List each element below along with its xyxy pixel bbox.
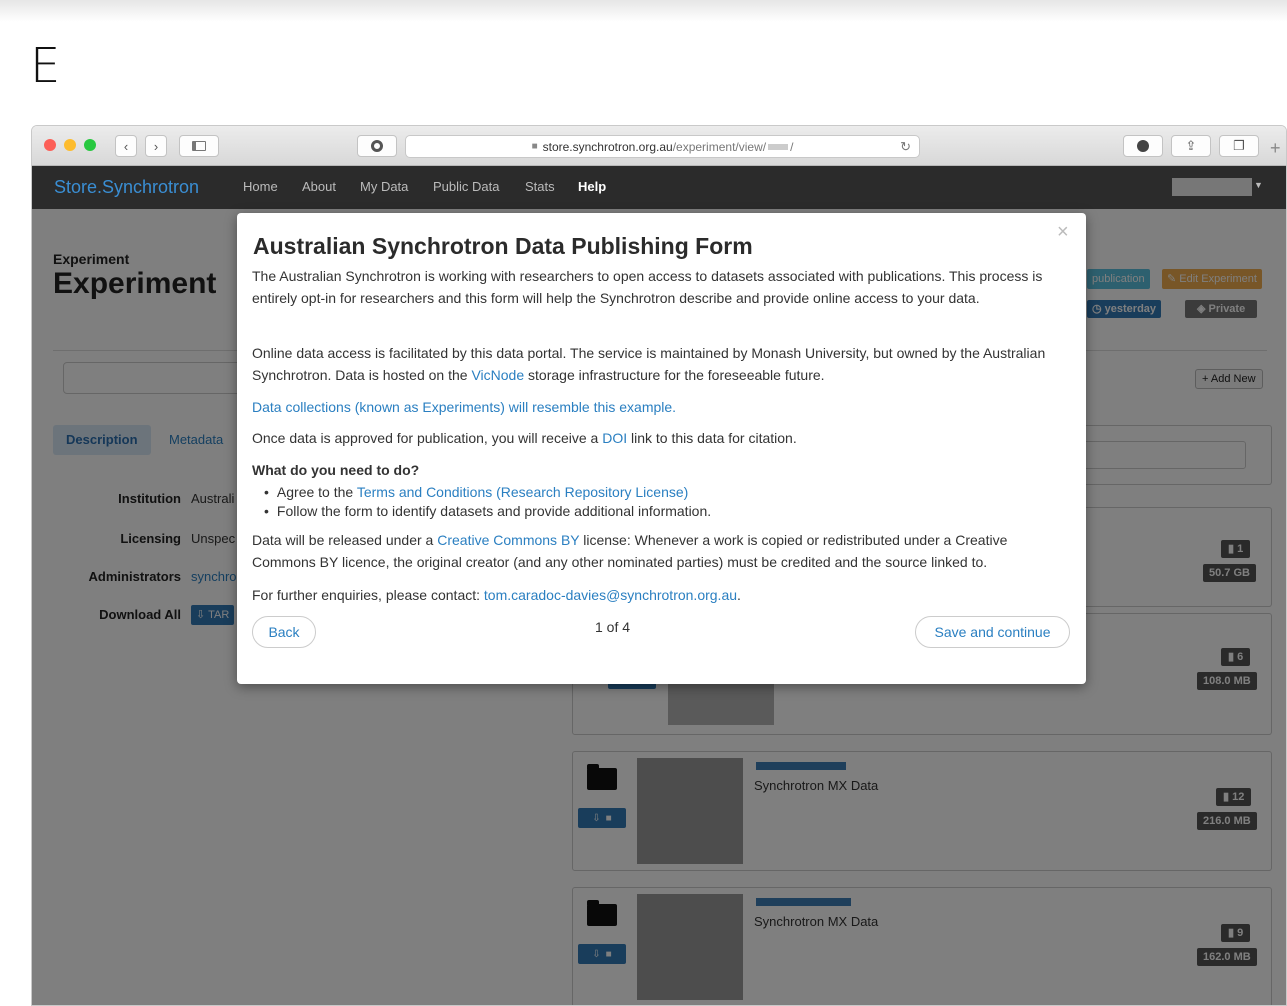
doi-text-a: Once data is approved for publication, y… [252, 430, 603, 446]
todo1-text: Agree to the [276, 484, 357, 500]
reload-icon[interactable]: ↻ [900, 139, 911, 155]
zoom-window-button[interactable] [84, 139, 96, 151]
doi-link[interactable]: DOI [602, 430, 627, 446]
back-button[interactable]: Back [252, 616, 316, 648]
contact-email-link[interactable]: tom.caradoc-davies@synchrotron.org.au [484, 587, 737, 603]
user-menu-redacted[interactable] [1172, 178, 1252, 196]
access-text-b: storage infrastructure for the foreseeab… [524, 367, 825, 383]
contact-text: For further enquiries, please contact: [252, 587, 484, 603]
contact-paragraph: For further enquiries, please contact: t… [252, 584, 1067, 606]
minimize-window-button[interactable] [64, 139, 76, 151]
top-shadow [0, 0, 1287, 22]
browser-titlebar: ‹ › ■ store.synchrotron.org.au/experimen… [32, 126, 1286, 166]
nav-home[interactable]: Home [243, 179, 278, 194]
forward-nav-button[interactable]: › [145, 135, 167, 157]
modal-title: Australian Synchrotron Data Publishing F… [253, 233, 753, 259]
download-icon [1137, 140, 1149, 152]
share-button[interactable]: ⇪ [1171, 135, 1211, 157]
nav-stats[interactable]: Stats [525, 179, 555, 194]
url-path: /experiment/view/ [672, 139, 767, 154]
site-navbar: Store.Synchrotron Home About My Data Pub… [32, 166, 1286, 209]
vicnode-link[interactable]: VicNode [471, 367, 524, 383]
sidebar-toggle-button[interactable] [179, 135, 219, 157]
opera-icon [371, 140, 383, 152]
share-icon: ⇪ [1185, 138, 1197, 153]
url-host: store.synchrotron.org.au [542, 139, 673, 154]
tabs-overview-button[interactable]: ❐ [1219, 135, 1259, 157]
new-tab-icon[interactable]: + [1270, 138, 1281, 159]
downloads-button[interactable] [1123, 135, 1163, 157]
page-indicator: 1 of 4 [595, 619, 631, 635]
nav-my-data[interactable]: My Data [360, 179, 408, 194]
creative-commons-link[interactable]: Creative Commons BY [437, 532, 579, 548]
url-redacted [768, 143, 789, 150]
publishing-form-modal: × Australian Synchrotron Data Publishing… [237, 213, 1086, 684]
url-tail: / [790, 139, 794, 154]
nav-help[interactable]: Help [578, 179, 606, 194]
caret-down-icon: ▼ [1254, 180, 1263, 190]
license-text-a: Data will be released under a [252, 532, 438, 548]
nav-about[interactable]: About [302, 179, 336, 194]
intro-paragraph: The Australian Synchrotron is working wi… [252, 268, 1043, 306]
example-link[interactable]: Data collections (known as Experiments) … [252, 396, 1067, 418]
tabs-icon: ❐ [1233, 138, 1245, 153]
nav-public-data[interactable]: Public Data [433, 179, 499, 194]
contact-text-end: . [737, 587, 741, 603]
extension-button[interactable] [357, 135, 397, 157]
address-bar[interactable]: ■ store.synchrotron.org.au/experiment/vi… [405, 135, 920, 158]
close-icon[interactable]: × [1057, 221, 1069, 244]
doi-paragraph: Once data is approved for publication, y… [252, 427, 1067, 449]
back-nav-button[interactable]: ‹ [115, 135, 137, 157]
todo-item: Follow the form to identify datasets and… [264, 502, 1067, 521]
todo-item: Agree to the Terms and Conditions (Resea… [264, 483, 1067, 502]
doi-text-b: link to this data for citation. [627, 430, 797, 446]
chevron-right-icon: › [153, 138, 159, 154]
lock-icon: ■ [531, 141, 538, 152]
license-paragraph: Data will be released under a Creative C… [252, 529, 1067, 573]
close-window-button[interactable] [44, 139, 56, 151]
save-continue-button[interactable]: Save and continue [915, 616, 1070, 648]
site-brand[interactable]: Store.Synchrotron [54, 177, 199, 198]
todo-list: Agree to the Terms and Conditions (Resea… [252, 483, 1067, 521]
access-paragraph: Online data access is facilitated by thi… [252, 342, 1067, 386]
chevron-left-icon: ‹ [123, 138, 129, 154]
todo-heading: What do you need to do? [252, 462, 420, 478]
panel-letter: E [30, 38, 61, 94]
terms-link[interactable]: Terms and Conditions (Research Repositor… [357, 484, 688, 500]
sidebar-icon [192, 141, 206, 151]
